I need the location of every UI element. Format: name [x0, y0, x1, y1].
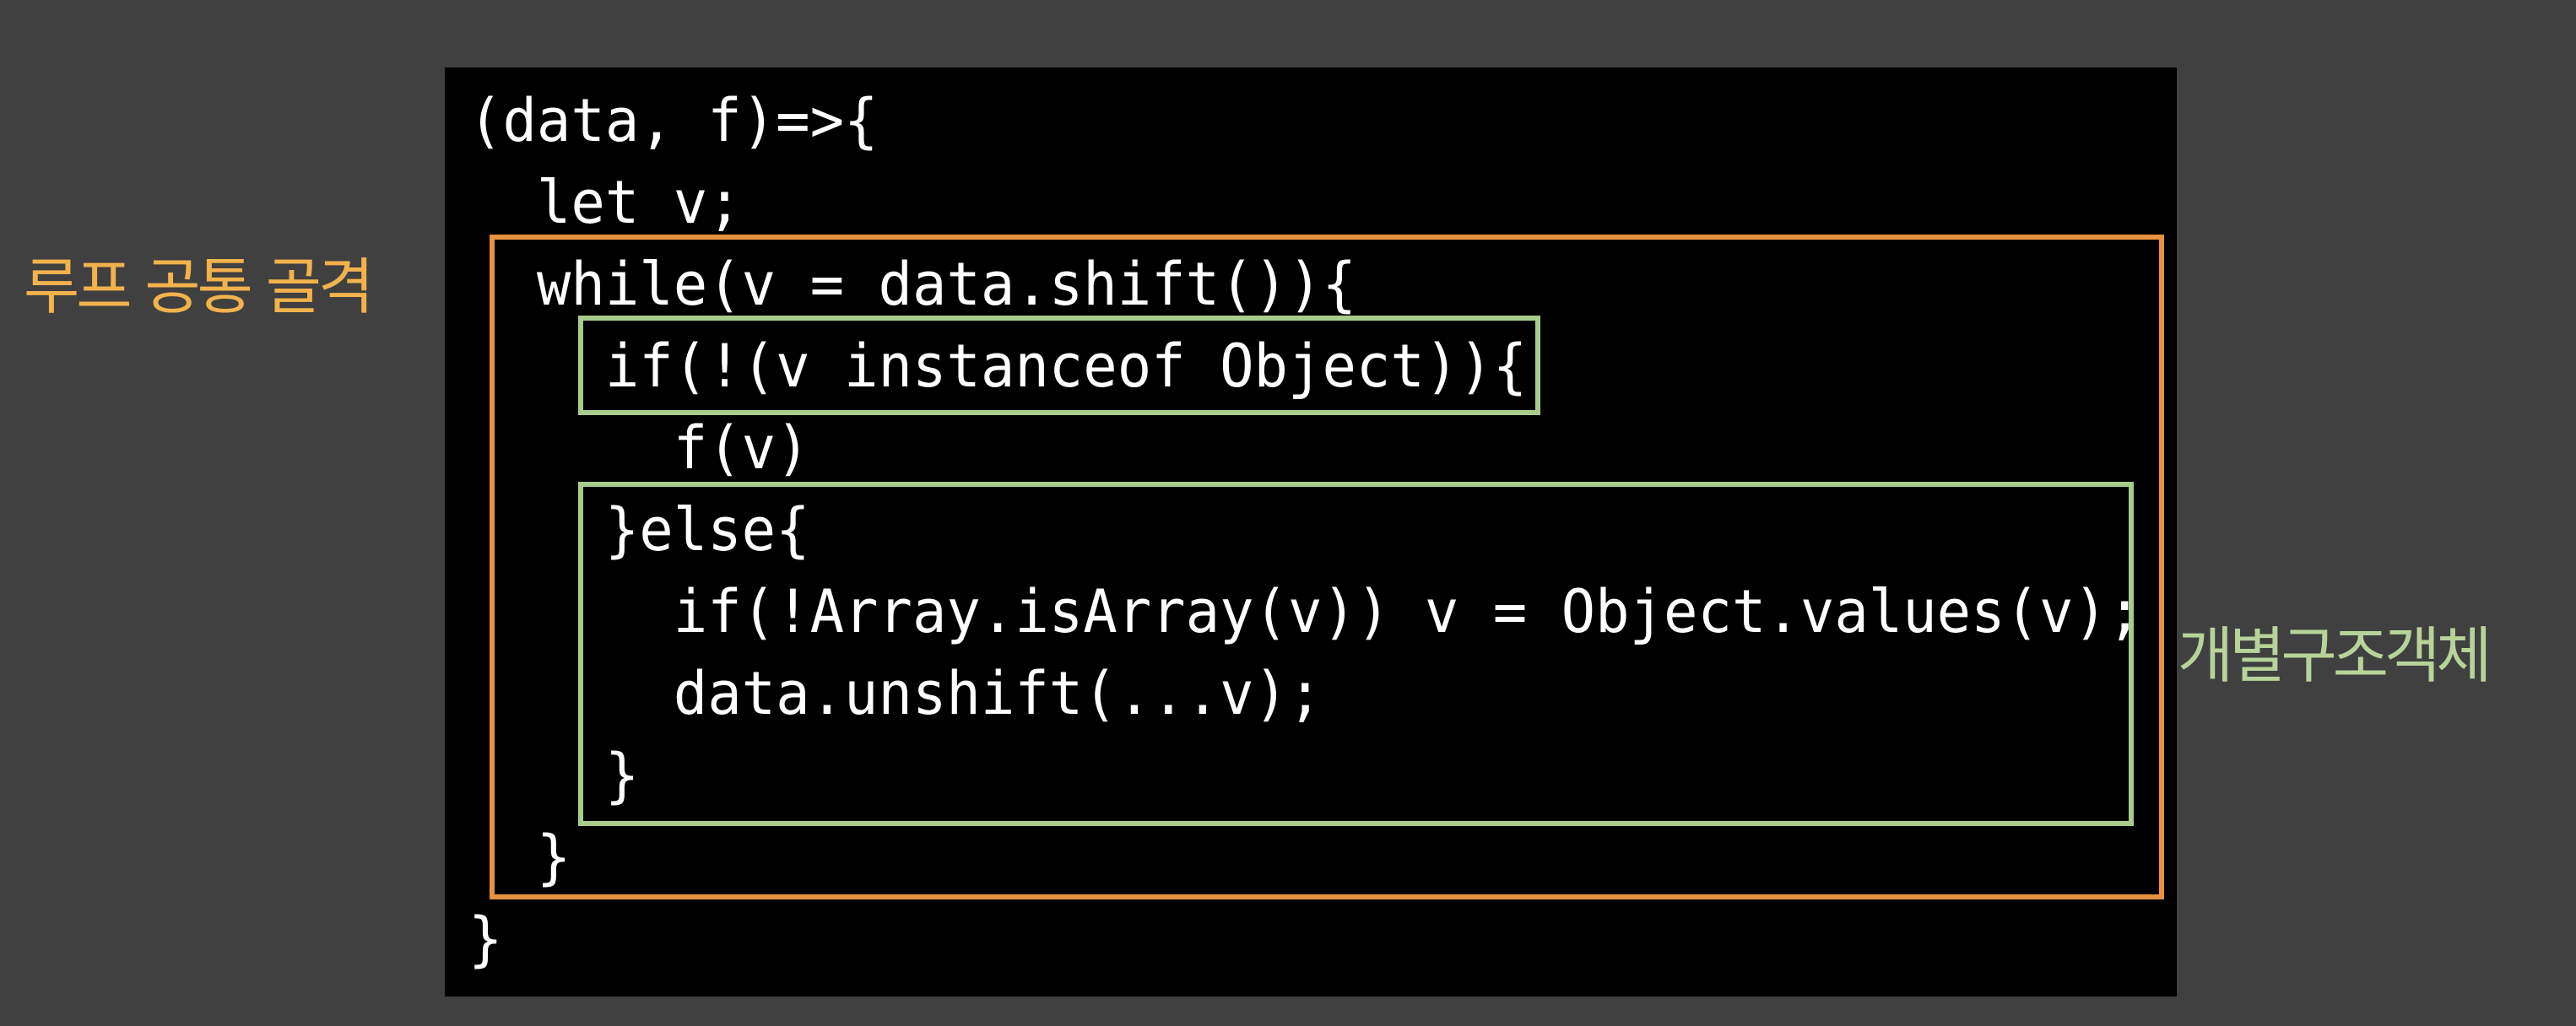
structure-object-highlight [578, 482, 2134, 826]
code-line-2: let v; [468, 168, 742, 237]
loop-skeleton-label: 루프 공통 골격 [24, 251, 374, 322]
code-line-11: } [468, 904, 503, 974]
structure-object-label: 개별구조객체 [2178, 620, 2492, 691]
code-line-1: (data, f)=>{ [468, 86, 879, 155]
type-check-highlight [578, 316, 1540, 415]
